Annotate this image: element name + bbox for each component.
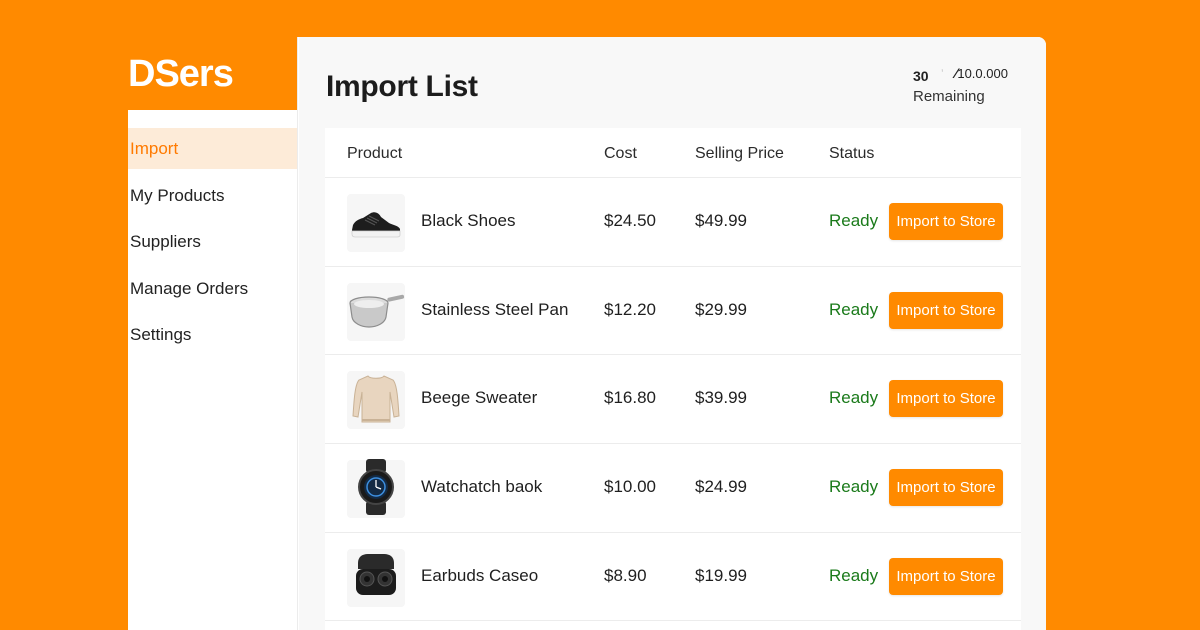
watch-icon — [354, 458, 398, 521]
product-thumbnail — [347, 370, 405, 431]
column-header-product: Product — [347, 145, 403, 162]
main-content: Import List 30 ʼ ⁄10.0.000 Remaining Produ… — [299, 37, 1046, 630]
quota-used: 30 — [913, 68, 929, 84]
table-header: Product Cost Selling Price Status — [325, 128, 1021, 178]
column-header-cost: Cost — [604, 145, 637, 162]
quota-total: 10.0.000 — [957, 66, 1008, 81]
sweater-icon — [351, 370, 401, 431]
table-row: Watchatch baok $10.00 $24.99 Ready Impor… — [325, 444, 1021, 533]
import-to-store-button[interactable]: Import to Store — [889, 469, 1003, 507]
earbuds-icon — [350, 549, 402, 606]
product-name[interactable]: Black Shoes — [421, 211, 516, 231]
column-header-selling-price: Selling Price — [695, 145, 784, 162]
product-selling-price: $19.99 — [695, 565, 747, 585]
product-thumbnail — [347, 548, 405, 607]
status-badge: Ready — [829, 565, 879, 585]
import-to-store-button[interactable]: Import to Store — [889, 291, 1003, 329]
sidebar-item-manage-orders[interactable]: Manage Orders — [128, 268, 297, 309]
import-quota: 30 ʼ ⁄10.0.000 Remaining — [913, 65, 1008, 105]
status-badge: Ready — [829, 388, 879, 408]
status-badge: Ready — [829, 299, 879, 319]
app-window: DSers Import My Products Suppliers Manag… — [128, 37, 1046, 630]
status-badge: Ready — [829, 477, 879, 497]
import-table: Product Cost Selling Price Status Black … — [325, 128, 1021, 630]
column-header-status: Status — [829, 145, 875, 162]
table-row: Beege Sweater $16.80 $39.99 Ready Import… — [325, 355, 1021, 445]
product-cost: $16.80 — [604, 388, 656, 408]
table-row: Black Shoes $24.50 $49.99 Ready Import t… — [325, 178, 1021, 267]
product-selling-price: $24.99 — [695, 477, 747, 497]
sidebar-item-suppliers[interactable]: Suppliers — [128, 221, 297, 262]
product-cost: $24.50 — [604, 211, 656, 230]
table-row: Stainless Steel Pan $12.20 $29.99 Ready … — [325, 267, 1021, 356]
product-selling-price: $39.99 — [695, 388, 747, 408]
sidebar-item-my-products[interactable]: My Products — [128, 175, 297, 216]
pan-icon — [347, 287, 405, 336]
page-title: Import List — [326, 70, 478, 103]
product-name[interactable]: Earbuds Caseo — [421, 566, 538, 586]
sidebar-item-import[interactable]: Import — [128, 128, 297, 169]
table-row: Earbuds Caseo $8.90 $19.99 Ready Import … — [325, 533, 1021, 622]
product-name[interactable]: Beege Sweater — [421, 388, 537, 408]
product-name[interactable]: Stainless Steel Pan — [421, 300, 568, 320]
product-cost: $10.00 — [604, 477, 656, 497]
product-cost: $8.90 — [604, 565, 647, 585]
sidebar-item-settings[interactable]: Settings — [128, 314, 297, 355]
product-thumbnail — [347, 194, 405, 252]
product-thumbnail — [347, 458, 405, 521]
product-selling-price: $49.99 — [695, 211, 747, 230]
status-badge: Ready — [829, 211, 879, 230]
import-to-store-button[interactable]: Import to Store — [889, 557, 1003, 595]
quota-label: Remaining — [913, 88, 985, 105]
product-name[interactable]: Watchatch baok — [421, 477, 542, 497]
shoe-icon — [349, 201, 403, 246]
import-to-store-button[interactable]: Import to Store — [889, 203, 1003, 240]
product-cost: $12.20 — [604, 299, 656, 319]
import-to-store-button[interactable]: Import to Store — [889, 380, 1003, 418]
product-thumbnail — [347, 282, 405, 341]
brand-logo: DSers — [128, 37, 297, 110]
sidebar-nav: Import My Products Suppliers Manage Orde… — [128, 128, 297, 355]
product-selling-price: $29.99 — [695, 299, 747, 319]
sidebar: DSers Import My Products Suppliers Manag… — [128, 37, 298, 630]
